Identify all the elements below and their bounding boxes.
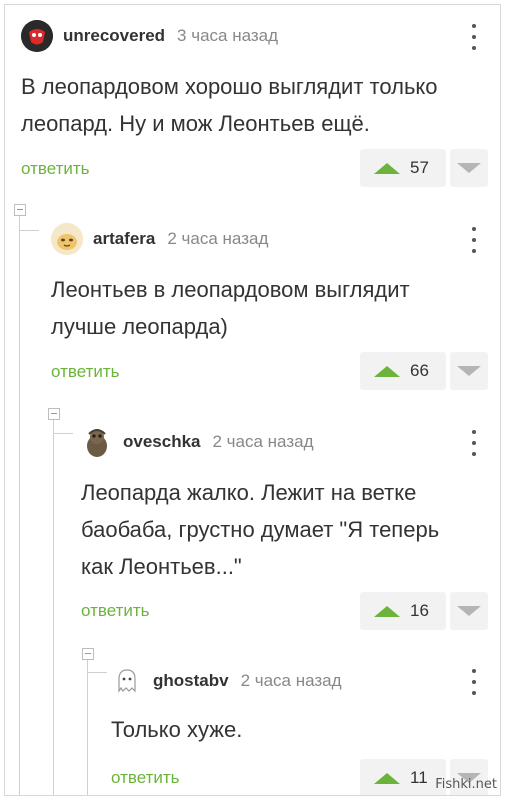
comment-header: artafera 2 часа назад [51,219,488,259]
comment-ghostabv: ghostabv 2 часа назад Только хуже. ответ… [111,661,488,795]
collapse-toggle-3[interactable] [82,648,94,660]
author-name[interactable]: artafera [93,229,155,249]
comment-text: Только хуже. [111,717,243,742]
thread-branch-1 [19,230,39,231]
comment-text: Леонтьев в леопардовом выглядит лучше ле… [51,277,410,339]
comment-time: 2 часа назад [167,229,269,248]
comment-header: ghostabv 2 часа назад [111,661,488,701]
reply-link[interactable]: ответить [81,601,150,621]
vote-count: 11 [410,768,428,787]
more-menu-icon[interactable] [470,669,478,695]
thread-line-3 [87,655,88,795]
vote-controls: 66 [360,352,488,390]
downvote-arrow-icon [457,163,481,173]
author-name[interactable]: oveschka [123,432,201,452]
comment-time: 2 часа назад [212,432,314,451]
vote-count: 57 [410,158,429,177]
comment-oveschka: oveschka 2 часа назад Леопарда жалко. Ле… [81,422,488,642]
comment-header: oveschka 2 часа назад [81,422,488,462]
comment-header: unrecovered 3 часа назад [21,16,488,56]
comment-time: 3 часа назад [177,26,279,45]
reply-link[interactable]: ответить [111,768,180,788]
comment-time: 2 часа назад [240,671,342,690]
vote-count: 66 [410,361,429,380]
comment-unrecovered: unrecovered 3 часа назад В леопардовом х… [21,16,488,196]
avatar-image [21,20,53,52]
downvote-arrow-icon [457,366,481,376]
comment-text: Леопарда жалко. Лежит на ветке баобаба, … [81,480,440,579]
upvote-arrow-icon [374,605,400,617]
avatar-image [51,223,83,255]
watermark: Fishki.net [435,777,497,792]
thread-branch-3 [87,672,107,673]
upvote-arrow-icon [374,162,400,174]
upvote-button[interactable]: 57 [360,149,446,187]
thread-line-1 [19,211,20,795]
upvote-arrow-icon [374,772,400,784]
collapse-toggle-1[interactable] [14,204,26,216]
downvote-button[interactable] [450,352,488,390]
avatar[interactable] [111,665,143,697]
more-menu-icon[interactable] [470,227,478,253]
upvote-button[interactable]: 11 [360,759,446,795]
vote-controls: 16 [360,592,488,630]
avatar-image [118,669,136,693]
reply-link[interactable]: ответить [21,159,90,179]
reply-link[interactable]: ответить [51,362,120,382]
thread-branch-2 [53,433,73,434]
downvote-arrow-icon [457,606,481,616]
collapse-toggle-2[interactable] [48,408,60,420]
avatar-image [87,429,107,457]
vote-count: 16 [410,601,429,620]
avatar[interactable] [21,20,53,52]
author-name[interactable]: ghostabv [153,671,229,691]
comment-thread: unrecovered 3 часа назад В леопардовом х… [4,4,501,796]
upvote-button[interactable]: 66 [360,352,446,390]
comment-artafera: artafera 2 часа назад Леонтьев в леопард… [51,219,488,399]
avatar[interactable] [51,223,83,255]
thread-line-2 [53,415,54,795]
comment-text: В леопардовом хорошо выглядит только лео… [21,74,438,136]
downvote-button[interactable] [450,592,488,630]
upvote-arrow-icon [374,365,400,377]
vote-controls: 57 [360,149,488,187]
downvote-button[interactable] [450,149,488,187]
more-menu-icon[interactable] [470,430,478,456]
author-name[interactable]: unrecovered [63,26,165,46]
upvote-button[interactable]: 16 [360,592,446,630]
avatar[interactable] [81,426,113,458]
more-menu-icon[interactable] [470,24,478,50]
